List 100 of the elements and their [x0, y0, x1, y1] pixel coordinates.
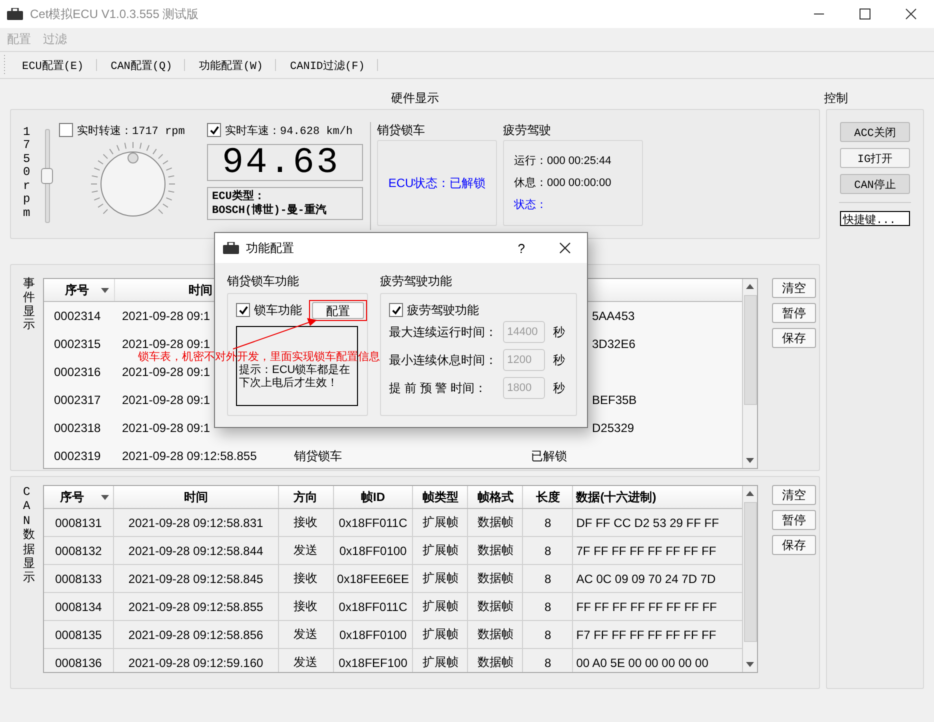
- table-cell: 8: [523, 565, 574, 592]
- table-cell: 扩展帧: [413, 621, 468, 648]
- checkbox-label: 疲劳驾驶功能: [407, 302, 480, 318]
- close-icon[interactable]: [905, 8, 917, 20]
- column-header[interactable]: 长度: [523, 486, 574, 508]
- toolbar-button[interactable]: ECU配置(E): [18, 58, 88, 72]
- action-button[interactable]: 保存: [772, 535, 816, 555]
- control-button[interactable]: CAN停止: [840, 174, 910, 194]
- table-cell: 发送: [278, 649, 334, 672]
- scrollbar[interactable]: [742, 486, 757, 672]
- column-header[interactable]: 序号: [44, 279, 100, 301]
- scroll-down-icon[interactable]: [746, 662, 754, 667]
- help-button[interactable]: ?: [518, 240, 525, 256]
- scroll-thumb[interactable]: [744, 502, 756, 642]
- ecu-status-text: ECU状态：已解锁: [388, 174, 486, 192]
- maximize-icon[interactable]: [859, 8, 871, 20]
- table-cell: 扩展帧: [413, 593, 468, 620]
- column-header[interactable]: 时间: [114, 486, 279, 508]
- grip-icon: [3, 55, 6, 75]
- table-cell: 2021-09-28 09:12:58.855: [122, 449, 257, 463]
- checkbox[interactable]: [236, 303, 250, 317]
- column-header[interactable]: 帧格式: [468, 486, 524, 508]
- table-cell: BEF35B: [592, 393, 637, 407]
- table-cell: 扩展帧: [413, 565, 468, 592]
- table-cell: 接收: [278, 593, 334, 620]
- scroll-thumb[interactable]: [744, 295, 756, 405]
- action-button[interactable]: 清空: [772, 485, 816, 505]
- table-cell: 销贷锁车: [294, 448, 342, 462]
- table-cell: 0008135: [44, 621, 114, 648]
- control-button[interactable]: ACC关闭: [840, 122, 910, 142]
- table-cell: 2021-09-28 09:12:58.855: [114, 593, 279, 620]
- table-cell: 0x18FF0100: [334, 537, 414, 564]
- window-title: Cet模拟ECU V1.0.3.555 测试版: [30, 6, 199, 22]
- timer-text: 休息：000 00:00:00: [514, 176, 612, 190]
- panel-title: 疲劳驾驶: [503, 122, 552, 137]
- table-cell: 发送: [278, 621, 334, 648]
- table-cell: 2021-09-28 09:12:58.856: [114, 621, 279, 648]
- scrollbar[interactable]: [742, 279, 757, 468]
- table-cell: 2021-09-28 09:12:58.844: [114, 537, 279, 564]
- ecu-type-text: ECU类型：: [212, 190, 266, 204]
- sort-down-icon[interactable]: [101, 288, 109, 292]
- action-button[interactable]: 保存: [772, 328, 816, 348]
- table-cell-text: 7F FF FF FF FF FF FF FF: [575, 542, 718, 560]
- table-cell: 8: [523, 649, 574, 672]
- table-cell: 2021-09-28 09:1: [122, 421, 210, 435]
- unit-label: 秒: [553, 324, 566, 340]
- toolbox-icon: [7, 8, 23, 20]
- scroll-up-icon[interactable]: [746, 491, 754, 496]
- column-header[interactable]: 帧类型: [413, 486, 468, 508]
- column-header[interactable]: 数据(十六进制): [573, 486, 742, 508]
- shortcut-button[interactable]: 快捷键...: [840, 211, 910, 226]
- table-cell: 0x18FF0100: [334, 621, 414, 648]
- slider-thumb[interactable]: [41, 168, 53, 184]
- lcd-display: 94.63: [207, 144, 363, 181]
- table-cell: 接收: [278, 509, 334, 536]
- panel-label: CAN数据显示: [23, 485, 35, 588]
- group-title: 疲劳驾驶功能: [380, 273, 454, 289]
- sort-down-icon[interactable]: [101, 495, 109, 500]
- toolbar-button[interactable]: CANID过滤(F): [286, 58, 369, 72]
- table-cell: 2021-09-28 09:12:59.160: [114, 649, 279, 672]
- config-button[interactable]: 配置: [312, 302, 364, 318]
- table-cell: 已解锁: [531, 448, 567, 462]
- table-cell: 0x18FEF100: [334, 649, 414, 672]
- table-cell: 0x18FEE6EE: [334, 565, 414, 592]
- table-cell: 数据帧: [468, 621, 524, 648]
- table-cell: D25329: [592, 421, 634, 435]
- table-cell: 8: [523, 537, 574, 564]
- control-button[interactable]: IG打开: [840, 148, 910, 168]
- table-cell: 扩展帧: [413, 649, 468, 672]
- table-cell: 0008134: [44, 593, 114, 620]
- action-button[interactable]: 暂停: [772, 510, 816, 530]
- table-cell: 0x18FF011C: [334, 593, 414, 620]
- checkbox[interactable]: [389, 303, 404, 317]
- checkbox[interactable]: [59, 123, 73, 137]
- table-cell: 0002314: [54, 309, 101, 323]
- toolbar-button[interactable]: 功能配置(W): [195, 58, 268, 72]
- field-label: 最小连续休息时间：: [389, 352, 498, 368]
- table-cell-text: DF FF CC D2 53 29 FF FF: [575, 514, 720, 532]
- slider-track[interactable]: [41, 129, 53, 223]
- checkbox[interactable]: [207, 123, 221, 137]
- column-header[interactable]: 帧ID: [334, 486, 414, 508]
- table-cell: 2021-09-28 09:1: [122, 393, 210, 407]
- scroll-down-icon[interactable]: [746, 458, 754, 463]
- hint-text: 提示：ECU锁车都是在下次上电后才生效！: [239, 364, 352, 390]
- close-icon[interactable]: [559, 242, 571, 254]
- toolbar-button[interactable]: CAN配置(Q): [106, 58, 176, 72]
- checkbox-label: 实时车速：94.628 km/h: [225, 124, 353, 138]
- table-cell: 发送: [278, 537, 334, 564]
- toolbox-icon: [223, 242, 239, 254]
- action-button[interactable]: 清空: [772, 278, 816, 298]
- table-cell: 2021-09-28 09:1: [122, 337, 210, 351]
- table-cell: 8: [523, 593, 574, 620]
- column-header[interactable]: 方向: [278, 486, 334, 508]
- table-cell: 扩展帧: [413, 537, 468, 564]
- table-cell: 2021-09-28 09:12:58.831: [114, 509, 279, 536]
- scroll-up-icon[interactable]: [746, 284, 754, 289]
- table-cell-text: FF FF FF FF FF FF FF FF: [575, 598, 718, 616]
- action-button[interactable]: 暂停: [772, 303, 816, 323]
- table-cell: 0008131: [44, 509, 114, 536]
- timer-text: 运行：000 00:25:44: [514, 154, 612, 168]
